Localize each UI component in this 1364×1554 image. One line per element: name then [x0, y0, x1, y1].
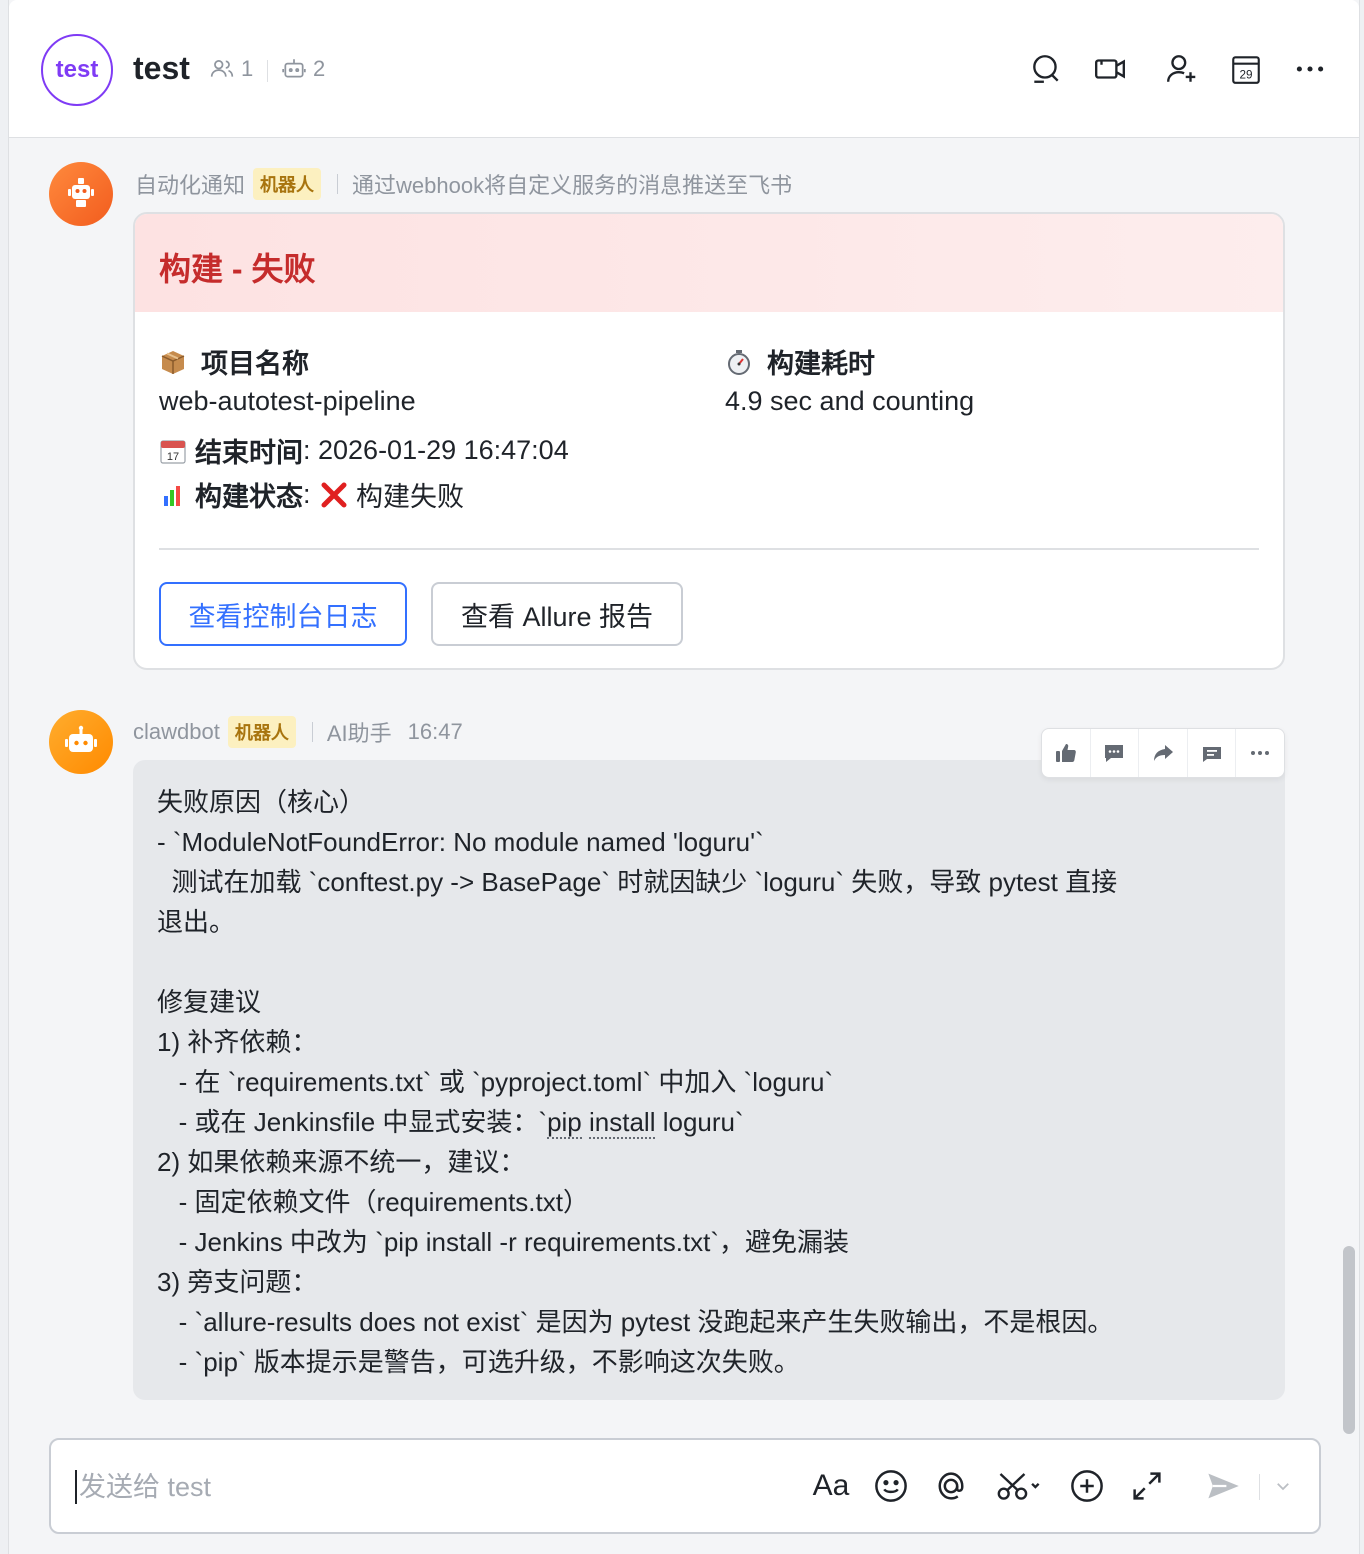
end-time-label: 结束时间: [195, 438, 303, 468]
calendar-icon[interactable]: 29: [1227, 50, 1265, 88]
message-line: 1) 补齐依赖：: [157, 1027, 318, 1057]
robot-icon: [68, 178, 94, 207]
project-label: 项目名称: [201, 349, 309, 379]
screenshot-icon[interactable]: [991, 1466, 1047, 1506]
cross-mark-icon: [321, 482, 347, 507]
message-action-bar: [1041, 728, 1285, 778]
end-time-row: 17 结束时间 : 2026-01-29 16:47:04: [159, 431, 569, 470]
calendar-day-text: 29: [1240, 69, 1253, 82]
view-allure-report-button[interactable]: 查看 Allure 报告: [431, 582, 683, 646]
search-icon[interactable]: [1027, 50, 1065, 88]
sender-divider: [337, 174, 339, 194]
emoji-icon[interactable]: [871, 1466, 911, 1506]
quote-icon[interactable]: [1188, 729, 1237, 777]
bot-count[interactable]: 2: [281, 56, 325, 82]
sender-divider: [311, 722, 313, 742]
message-line: 3) 旁支问题：: [157, 1267, 318, 1297]
bot-badge: 机器人: [227, 716, 296, 748]
status-value: 构建失败: [356, 482, 465, 512]
text-format-icon[interactable]: Aa: [811, 1466, 851, 1506]
message-line: - 或在 Jenkinsfile 中显式安装：`pip install logu…: [157, 1107, 744, 1139]
send-divider: [1259, 1474, 1260, 1500]
sender-name[interactable]: 自动化通知: [135, 168, 245, 200]
add-attachment-icon[interactable]: [1067, 1466, 1107, 1506]
message-line: - `ModuleNotFoundError: No module named …: [157, 827, 764, 857]
sender-line-clawdbot: clawdbot 机器人 AI助手 16:47: [133, 716, 463, 748]
spellcheck-word: install: [589, 1107, 656, 1139]
project-value: web-autotest-pipeline: [159, 386, 416, 416]
mention-icon[interactable]: [931, 1466, 971, 1506]
duration-label: 构建耗时: [767, 349, 875, 379]
send-options-chevron-icon[interactable]: [1271, 1466, 1295, 1506]
card-title: 构建 - 失败: [159, 251, 316, 287]
bot-avatar-clawdbot[interactable]: [49, 710, 113, 774]
calendar-emoji-icon: 17: [160, 439, 186, 464]
status-separator: :: [303, 479, 319, 509]
view-console-log-button[interactable]: 查看控制台日志: [159, 582, 407, 646]
bar-chart-icon: [162, 483, 184, 506]
message-line: 修复建议: [157, 987, 262, 1017]
card-divider: [159, 548, 1259, 550]
group-title[interactable]: test: [133, 50, 190, 87]
message-line: - `pip` 版本提示是警告，可选升级，不影响这次失败。: [157, 1347, 800, 1377]
message-composer[interactable]: 发送给 test Aa: [49, 1438, 1321, 1534]
more-actions-icon[interactable]: [1236, 729, 1284, 777]
sender-name[interactable]: clawdbot: [133, 719, 220, 745]
message-input[interactable]: 发送给 test: [75, 1470, 211, 1504]
message-line: - 在 `requirements.txt` 或 `pyproject.toml…: [157, 1067, 834, 1097]
bot-badge: 机器人: [253, 168, 322, 200]
message-line: 失败原因（核心）: [157, 787, 366, 817]
stopwatch-icon: [728, 349, 750, 375]
duration-value: 4.9 sec and counting: [725, 386, 975, 416]
bot-count-value: 2: [313, 56, 326, 81]
more-icon[interactable]: [1291, 50, 1329, 88]
bot-avatar-automation[interactable]: [49, 162, 113, 226]
thumbs-up-icon[interactable]: [1042, 729, 1091, 777]
scrollbar-thumb[interactable]: [1343, 1246, 1355, 1434]
send-icon[interactable]: [1203, 1466, 1243, 1506]
member-count[interactable]: 1: [209, 56, 253, 82]
spellcheck-word: pip: [547, 1107, 582, 1139]
status-row: 构建状态 : 构建失败: [159, 475, 464, 514]
chat-header: test test 1 2 29: [9, 0, 1359, 138]
add-member-icon[interactable]: [1163, 50, 1201, 88]
message-line: - 固定依赖文件（requirements.txt）: [157, 1187, 589, 1217]
calendar-emoji-day: 17: [167, 451, 179, 463]
package-icon: [161, 350, 185, 374]
chat-window: test test 1 2 29 自动化通知 机器人 通过webhook将自定义…: [8, 0, 1360, 1554]
robot-icon: [65, 725, 97, 752]
member-count-value: 1: [241, 56, 254, 81]
message-line: - `allure-results does not exist` 是因为 py…: [157, 1307, 1114, 1337]
bot-icon: [282, 59, 306, 78]
card-header: 构建 - 失败: [135, 214, 1283, 312]
members-icon: [210, 60, 234, 77]
end-time-value: : 2026-01-29 16:47:04: [303, 435, 569, 465]
message-line: 测试在加载 `conftest.py -> BasePage` 时就因缺少 `l…: [157, 867, 1118, 897]
sender-description: AI助手: [326, 721, 392, 746]
message-time: 16:47: [407, 719, 463, 744]
video-call-icon[interactable]: [1091, 50, 1129, 88]
message-line: [157, 942, 1261, 982]
meta-divider: [267, 60, 268, 82]
group-avatar[interactable]: test: [41, 34, 113, 106]
text-format-label: Aa: [812, 1469, 850, 1502]
duration-field-title: 构建耗时: [725, 342, 875, 381]
project-field-title: 项目名称: [159, 342, 309, 381]
message-line: 2) 如果依赖来源不统一，建议：: [157, 1147, 526, 1177]
message-line: 退出。: [157, 907, 236, 937]
message-line: - Jenkins 中改为 `pip install -r requiremen…: [157, 1227, 850, 1257]
forward-icon[interactable]: [1139, 729, 1188, 777]
reply-icon[interactable]: [1091, 729, 1140, 777]
sender-description: 通过webhook将自定义服务的消息推送至飞书: [352, 173, 793, 198]
status-label: 构建状态: [195, 482, 303, 512]
ai-message-bubble: 失败原因（核心） - `ModuleNotFoundError: No modu…: [133, 760, 1285, 1400]
build-card: 构建 - 失败 项目名称 web-autotest-pipeline 构建耗时 …: [133, 212, 1285, 670]
expand-icon[interactable]: [1127, 1466, 1167, 1506]
sender-line-automation: 自动化通知 机器人 通过webhook将自定义服务的消息推送至飞书: [135, 168, 792, 200]
